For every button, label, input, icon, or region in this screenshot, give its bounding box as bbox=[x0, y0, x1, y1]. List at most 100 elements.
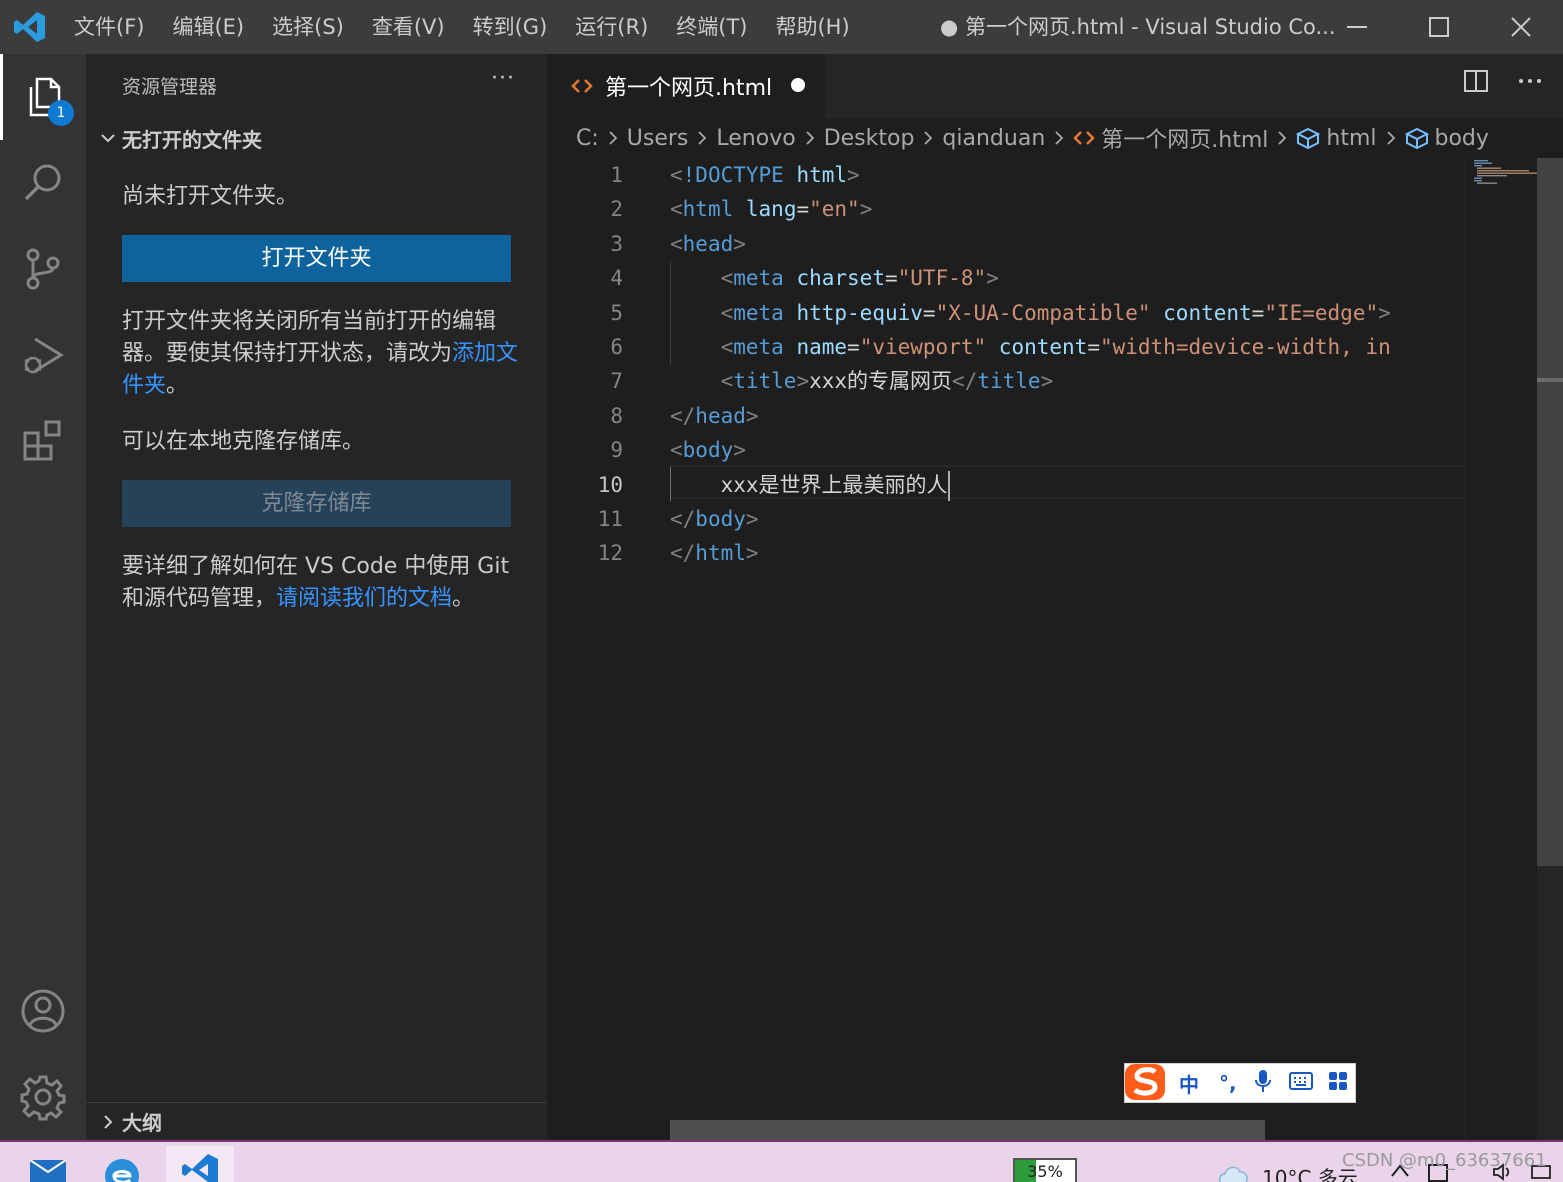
cube-icon bbox=[1296, 127, 1321, 149]
menu-edit[interactable]: 编辑(E) bbox=[158, 0, 258, 54]
menu-go[interactable]: 转到(G) bbox=[459, 0, 562, 54]
maximize-button[interactable] bbox=[1398, 0, 1480, 54]
ime-language-toggle[interactable]: 中 bbox=[1179, 1069, 1199, 1098]
string-token: "en" bbox=[809, 197, 860, 222]
account-icon[interactable] bbox=[0, 968, 86, 1054]
string-token: "width=device-width, in bbox=[1099, 334, 1391, 359]
code-editor[interactable]: 1 2 3 4 5 6 7 8 9 10 11 12 <!DOCTYPE htm… bbox=[547, 158, 1465, 1140]
tag-token: title bbox=[977, 369, 1041, 394]
explorer-icon[interactable]: 1 bbox=[0, 54, 86, 140]
more-actions-button[interactable]: ··· bbox=[491, 66, 515, 91]
keyboard-icon[interactable] bbox=[1288, 1071, 1313, 1095]
vscode-icon[interactable] bbox=[166, 1146, 234, 1182]
taskbar: 35% 10°C 多云 bbox=[0, 1140, 1563, 1182]
ime-toolbar[interactable]: 中 °, bbox=[1124, 1063, 1356, 1103]
vscode-logo-icon[interactable] bbox=[0, 0, 60, 54]
browser-icon[interactable] bbox=[94, 1146, 150, 1182]
line-number-gutter: 1 2 3 4 5 6 7 8 9 10 11 12 bbox=[547, 158, 623, 571]
line-number: 9 bbox=[610, 438, 623, 463]
unsaved-dot-icon[interactable] bbox=[791, 78, 805, 92]
menu-selection[interactable]: 选择(S) bbox=[258, 0, 358, 54]
search-icon[interactable] bbox=[0, 140, 86, 226]
more-actions-icon[interactable] bbox=[1517, 68, 1543, 98]
code-lines: <!DOCTYPE html> <html lang="en"> <head> … bbox=[670, 158, 1465, 571]
no-folder-section-header[interactable]: 无打开的文件夹 bbox=[94, 120, 544, 156]
code-line: <body> bbox=[670, 438, 746, 463]
breadcrumb-symbol-html[interactable]: html bbox=[1296, 125, 1377, 151]
toolbox-icon[interactable] bbox=[1327, 1070, 1349, 1096]
section-title: 无打开的文件夹 bbox=[122, 127, 262, 152]
sidebar-title: 资源管理器 bbox=[122, 76, 218, 98]
cloudy-weather-icon[interactable] bbox=[1216, 1160, 1252, 1182]
menu-view[interactable]: 查看(V) bbox=[358, 0, 459, 54]
attr-token: content bbox=[998, 334, 1088, 359]
attr-token: charset bbox=[796, 266, 885, 291]
run-debug-icon[interactable] bbox=[0, 312, 86, 398]
open-folder-description: 打开文件夹将关闭所有当前打开的编辑器。要使其保持打开状态，请改为添加文件夹。 bbox=[122, 306, 522, 402]
breadcrumb-symbol-body[interactable]: body bbox=[1404, 126, 1489, 151]
chevron-right-icon bbox=[1053, 129, 1065, 147]
string-token: "IE=edge" bbox=[1264, 300, 1379, 325]
line-number: 12 bbox=[597, 541, 623, 566]
clone-repository-button[interactable]: 克隆存储库 bbox=[122, 480, 511, 527]
period-text: 。 bbox=[452, 586, 475, 611]
open-folder-button[interactable]: 打开文件夹 bbox=[122, 235, 511, 282]
ime-punctuation-toggle[interactable]: °, bbox=[1219, 1071, 1237, 1095]
breadcrumb-symbol-label: html bbox=[1326, 125, 1377, 151]
mail-icon[interactable] bbox=[20, 1146, 76, 1182]
battery-indicator[interactable]: 35% bbox=[1013, 1158, 1077, 1182]
tag-token: head bbox=[682, 231, 734, 256]
tag-token: html bbox=[682, 197, 734, 222]
string-token: "UTF-8" bbox=[897, 266, 987, 291]
code-line: <meta http-equiv="X-UA-Compatible" conte… bbox=[720, 300, 1391, 325]
breadcrumb-file[interactable]: 第一个网页.html bbox=[1073, 122, 1268, 154]
minimize-button[interactable] bbox=[1316, 0, 1398, 54]
maximize-icon bbox=[1429, 17, 1449, 37]
window-title: ● 第一个网页.html - Visual Studio Co... bbox=[940, 15, 1336, 39]
title-bar: 文件(F) 编辑(E) 选择(S) 查看(V) 转到(G) 运行(R) 终端(T… bbox=[0, 0, 1563, 54]
explorer-sidebar: 资源管理器 ··· 无打开的文件夹 尚未打开文件夹。 打开文件夹 打开文件夹将关… bbox=[86, 54, 547, 1140]
vertical-scrollbar-thumb[interactable] bbox=[1537, 158, 1563, 866]
code-line: <meta charset="UTF-8"> bbox=[720, 266, 999, 291]
breadcrumb-item[interactable]: Desktop bbox=[824, 126, 915, 151]
outline-section-header[interactable]: 大纲 bbox=[86, 1102, 547, 1140]
line-number-current: 10 bbox=[597, 472, 623, 497]
line-number: 2 bbox=[610, 197, 623, 222]
source-control-icon[interactable] bbox=[0, 226, 86, 312]
breadcrumb-item[interactable]: Users bbox=[627, 126, 689, 151]
docs-link[interactable]: 请阅读我们的文档 bbox=[276, 586, 452, 611]
horizontal-scrollbar[interactable] bbox=[670, 1120, 1265, 1140]
no-folder-text: 尚未打开文件夹。 bbox=[122, 184, 299, 209]
minimap[interactable] bbox=[1465, 158, 1537, 1140]
breadcrumb-item[interactable]: Lenovo bbox=[716, 126, 795, 151]
sogou-logo-icon[interactable] bbox=[1123, 1058, 1169, 1104]
editor-actions bbox=[1463, 68, 1543, 98]
chevron-right-icon bbox=[1385, 129, 1397, 147]
close-button[interactable] bbox=[1480, 0, 1562, 54]
chevron-right-icon bbox=[922, 129, 934, 147]
cube-icon bbox=[1404, 127, 1429, 149]
menu-file[interactable]: 文件(F) bbox=[60, 0, 158, 54]
doctype-token: !DOCTYPE bbox=[682, 163, 784, 187]
chevron-right-icon bbox=[607, 129, 619, 147]
microphone-icon[interactable] bbox=[1253, 1069, 1273, 1097]
extensions-icon[interactable] bbox=[0, 398, 86, 484]
menu-help[interactable]: 帮助(H) bbox=[761, 0, 863, 54]
tab-first-webpage[interactable]: 第一个网页.html bbox=[547, 54, 825, 118]
text-token: xxx是世界上最美丽的人 bbox=[720, 472, 948, 497]
text-token: xxx的专属网页 bbox=[809, 369, 953, 394]
explorer-badge: 1 bbox=[48, 100, 74, 126]
attr-token: http-equiv bbox=[796, 300, 923, 325]
breadcrumb-item[interactable]: qianduan bbox=[942, 126, 1045, 151]
chevron-right-icon bbox=[804, 129, 816, 147]
menu-terminal[interactable]: 终端(T) bbox=[662, 0, 761, 54]
menu-run[interactable]: 运行(R) bbox=[561, 0, 662, 54]
breadcrumb-item[interactable]: C: bbox=[576, 126, 599, 151]
learn-more-text: 要详细了解如何在 VS Code 中使用 Git 和源代码管理，请阅读我们的文档… bbox=[122, 551, 522, 615]
split-editor-icon[interactable] bbox=[1463, 68, 1489, 98]
settings-gear-icon[interactable] bbox=[0, 1054, 86, 1140]
code-line: <head> bbox=[670, 231, 746, 256]
breadcrumb: C: Users Lenovo Desktop qianduan 第一个网页.h… bbox=[547, 118, 1563, 158]
line-number: 3 bbox=[610, 231, 623, 256]
line-number: 6 bbox=[610, 334, 623, 359]
